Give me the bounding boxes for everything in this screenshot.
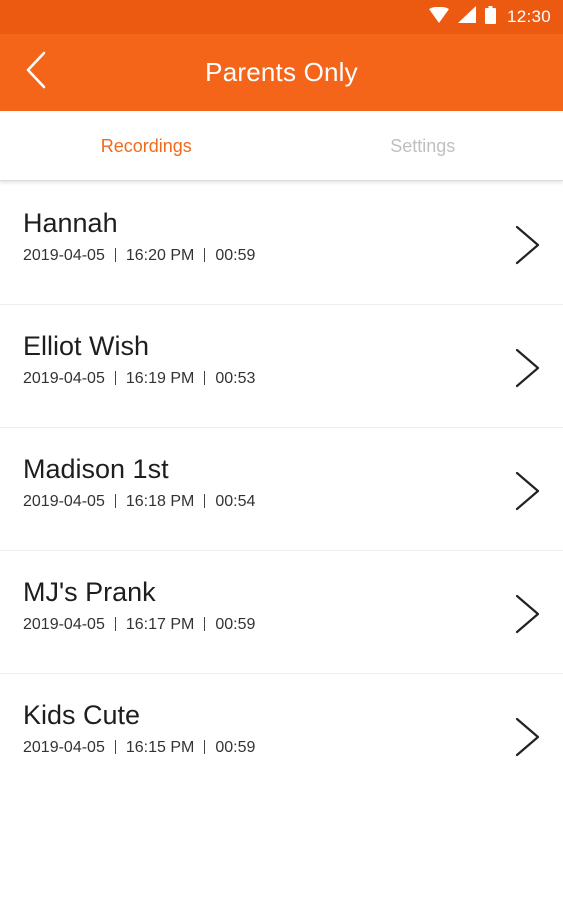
recording-duration: 00:59 xyxy=(215,247,256,264)
chevron-right-icon xyxy=(512,593,542,635)
recordings-list: Hannah 2019-04-05 16:20 PM 00:59 Elliot Wi… xyxy=(0,182,563,797)
separator xyxy=(114,371,116,385)
chevron-left-icon xyxy=(25,51,47,94)
recording-time: 16:17 PM xyxy=(125,616,195,633)
recording-duration: 00:59 xyxy=(215,739,256,756)
recording-time: 16:15 PM xyxy=(125,739,195,756)
recording-meta: 2019-04-05 16:15 PM 00:59 xyxy=(23,739,255,757)
separator xyxy=(114,617,116,631)
tab-recordings[interactable]: Recordings xyxy=(0,111,281,180)
recording-row-hannah[interactable]: Hannah 2019-04-05 16:20 PM 00:59 xyxy=(0,182,563,305)
chevron-right-icon xyxy=(512,716,542,758)
recording-date: 2019-04-05 xyxy=(23,616,105,633)
chevron-right-icon xyxy=(512,470,542,512)
back-button[interactable] xyxy=(16,51,56,94)
recording-row-elliot-wish[interactable]: Elliot Wish 2019-04-05 16:19 PM 00:53 xyxy=(0,305,563,428)
recording-meta: 2019-04-05 16:20 PM 00:59 xyxy=(23,247,255,265)
recording-name: Madison 1st xyxy=(23,454,169,484)
recording-date: 2019-04-05 xyxy=(23,739,105,756)
separator xyxy=(204,740,206,754)
recording-meta: 2019-04-05 16:17 PM 00:59 xyxy=(23,616,255,634)
status-icons: 12:30 xyxy=(428,5,551,29)
status-time: 12:30 xyxy=(506,7,551,26)
separator xyxy=(204,494,206,508)
recording-name: Kids Cute xyxy=(23,700,141,730)
separator xyxy=(114,248,116,262)
recording-time: 16:19 PM xyxy=(125,370,195,387)
tab-settings[interactable]: Settings xyxy=(281,111,563,180)
battery-icon xyxy=(484,5,496,29)
recording-duration: 00:59 xyxy=(215,616,256,633)
recording-date: 2019-04-05 xyxy=(23,370,105,387)
recording-date: 2019-04-05 xyxy=(23,493,105,510)
recording-row-madison-1st[interactable]: Madison 1st 2019-04-05 16:18 PM 00:54 xyxy=(0,428,563,551)
recording-time: 16:18 PM xyxy=(125,493,195,510)
separator xyxy=(114,494,116,508)
status-bar: 12:30 xyxy=(0,0,563,34)
chevron-right-icon xyxy=(512,224,542,266)
separator xyxy=(204,371,206,385)
recording-duration: 00:53 xyxy=(215,370,256,387)
recording-row-kids-cute[interactable]: Kids Cute 2019-04-05 16:15 PM 00:59 xyxy=(0,674,563,797)
app-bar: Parents Only xyxy=(0,34,563,111)
recording-row-mjs-prank[interactable]: MJ's Prank 2019-04-05 16:17 PM 00:59 xyxy=(0,551,563,674)
wifi-icon xyxy=(428,6,449,28)
recording-time: 16:20 PM xyxy=(125,247,195,264)
tab-bar: Recordings Settings xyxy=(0,111,563,181)
recording-name: Elliot Wish xyxy=(23,331,150,361)
recording-date: 2019-04-05 xyxy=(23,247,105,264)
separator xyxy=(204,617,206,631)
separator xyxy=(114,740,116,754)
signal-icon xyxy=(457,6,476,28)
page-title: Parents Only xyxy=(205,57,358,87)
recording-duration: 00:54 xyxy=(215,493,256,510)
recording-name: Hannah xyxy=(23,208,118,238)
separator xyxy=(204,248,206,262)
chevron-right-icon xyxy=(512,347,542,389)
recording-meta: 2019-04-05 16:18 PM 00:54 xyxy=(23,493,255,511)
recording-name: MJ's Prank xyxy=(23,577,156,607)
recording-meta: 2019-04-05 16:19 PM 00:53 xyxy=(23,370,255,388)
